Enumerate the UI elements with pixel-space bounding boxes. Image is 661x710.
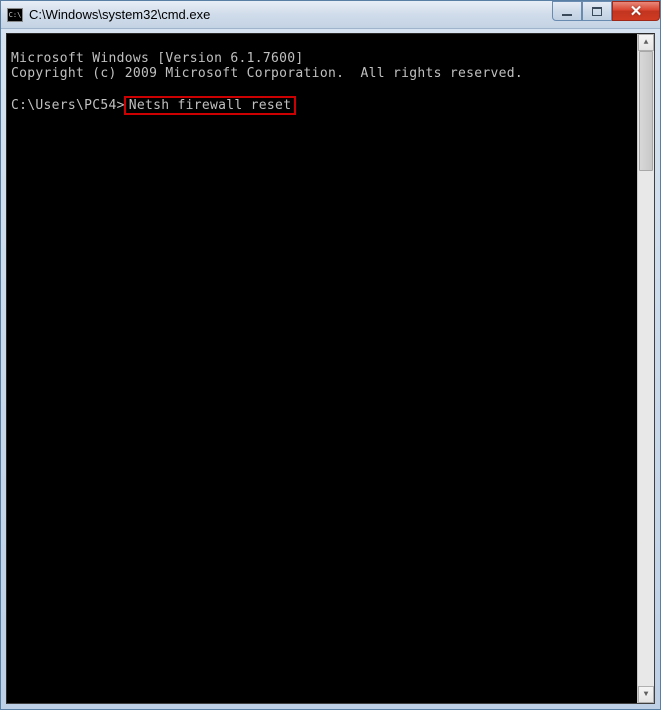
- window-title: C:\Windows\system32\cmd.exe: [29, 7, 210, 22]
- prompt-text: C:\Users\PC54>: [11, 98, 125, 113]
- titlebar[interactable]: C:\ C:\Windows\system32\cmd.exe ✕: [1, 1, 660, 29]
- scroll-thumb[interactable]: [639, 51, 653, 171]
- prompt-line: C:\Users\PC54> Netsh firewall reset: [11, 96, 633, 115]
- cmd-window: C:\ C:\Windows\system32\cmd.exe ✕ Micros…: [0, 0, 661, 710]
- terminal-output[interactable]: Microsoft Windows [Version 6.1.7600]Copy…: [7, 34, 637, 703]
- close-button[interactable]: ✕: [612, 1, 660, 21]
- vertical-scrollbar[interactable]: ▲ ▼: [637, 34, 654, 703]
- output-line: Copyright (c) 2009 Microsoft Corporation…: [11, 66, 633, 81]
- scroll-down-button[interactable]: ▼: [638, 686, 654, 703]
- terminal-frame: Microsoft Windows [Version 6.1.7600]Copy…: [1, 29, 660, 709]
- scroll-track[interactable]: [638, 51, 654, 686]
- window-controls: ✕: [552, 1, 660, 21]
- terminal[interactable]: Microsoft Windows [Version 6.1.7600]Copy…: [6, 33, 655, 704]
- minimize-icon: [562, 13, 572, 16]
- command-text[interactable]: Netsh firewall reset: [129, 98, 292, 113]
- cmd-icon: C:\: [7, 8, 23, 22]
- maximize-icon: [592, 7, 602, 16]
- scroll-up-button[interactable]: ▲: [638, 34, 654, 51]
- close-icon: ✕: [630, 4, 643, 19]
- command-highlight: Netsh firewall reset: [124, 96, 297, 115]
- output-line: Microsoft Windows [Version 6.1.7600]: [11, 51, 633, 66]
- maximize-button[interactable]: [582, 1, 612, 21]
- minimize-button[interactable]: [552, 1, 582, 21]
